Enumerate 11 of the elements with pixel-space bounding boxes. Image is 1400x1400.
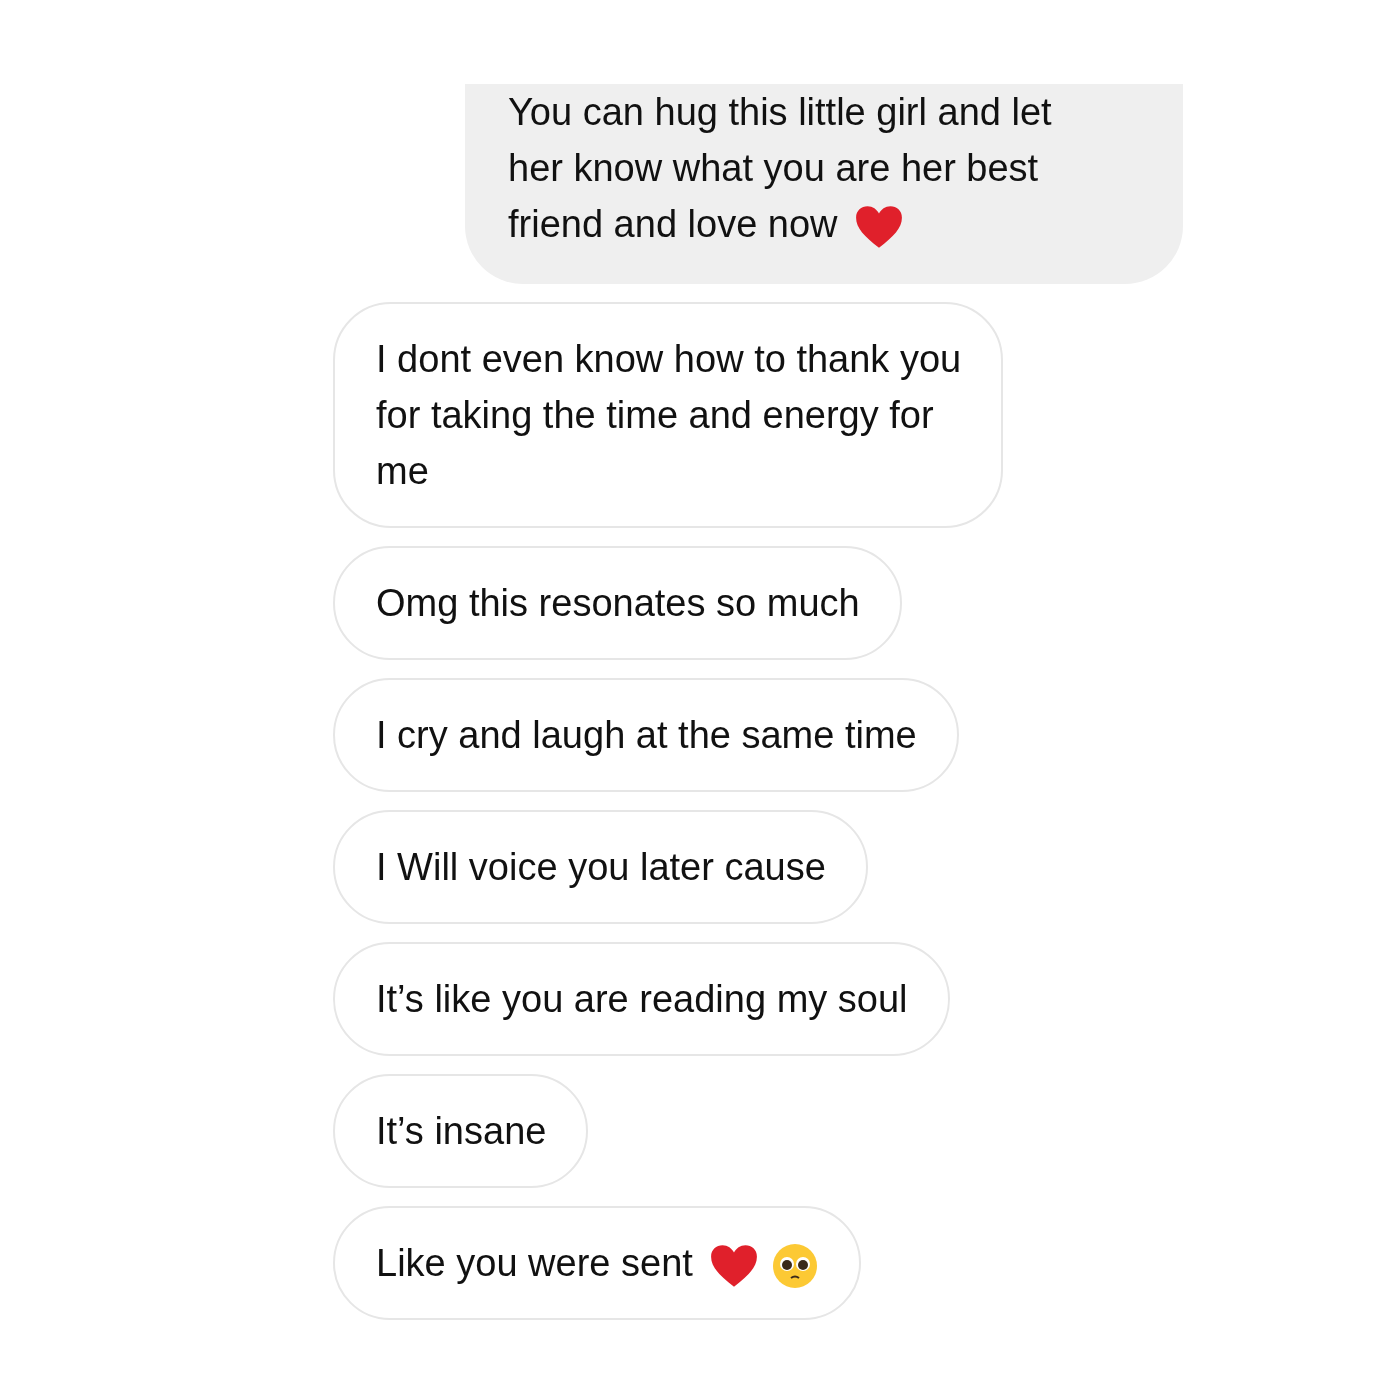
- message-text: Omg this resonates so much: [376, 581, 860, 626]
- heart-icon: [708, 1242, 759, 1289]
- message-text: It’s like you are reading my soul: [376, 977, 908, 1022]
- message-text: I Will voice you later cause: [376, 845, 826, 890]
- message-text: I cry and laugh at the same time: [376, 713, 917, 758]
- heart-icon: [853, 203, 904, 250]
- pleading-face-icon: [770, 1241, 819, 1290]
- message-text: You can hug this little girl and let her know what you are her best friend and love now: [508, 84, 1163, 252]
- message-text: Like you were sent: [376, 1235, 819, 1291]
- message-text: It’s insane: [376, 1109, 547, 1154]
- message-text: I dont even know how to thank you for taking the time and energy for me: [376, 337, 962, 494]
